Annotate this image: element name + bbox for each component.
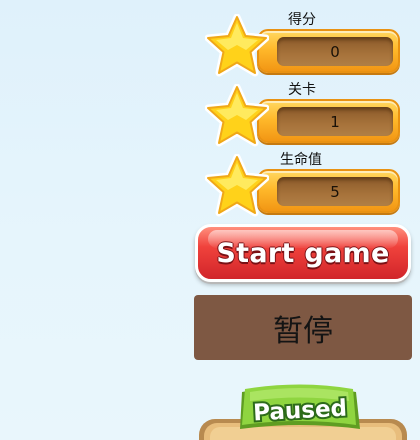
level-display: 关卡 1 [205,80,400,150]
level-bar: 1 [257,99,400,143]
score-bar: 0 [257,29,400,73]
star-icon [205,14,269,77]
star-icon [205,154,269,217]
pause-label: 暂停 [273,313,333,349]
star-icon [205,84,269,147]
lives-value-box: 5 [277,177,393,206]
score-value-box: 0 [277,37,393,66]
paused-title: Paused [253,396,348,427]
lives-value: 5 [330,182,340,201]
lives-display: 生命值 5 [205,150,400,220]
level-label: 关卡 [288,82,316,98]
pause-button[interactable]: 暂停 [194,295,412,360]
lives-bar: 5 [257,169,400,213]
lives-label: 生命值 [280,152,322,168]
score-value: 0 [330,42,340,61]
level-value: 1 [330,112,340,131]
start-game-label: Start game [216,237,390,269]
start-game-button[interactable]: Start game [195,224,411,282]
paused-banner: Paused [196,383,410,440]
score-display: 得分 0 [205,10,400,80]
level-value-box: 1 [277,107,393,136]
score-label: 得分 [288,12,316,28]
